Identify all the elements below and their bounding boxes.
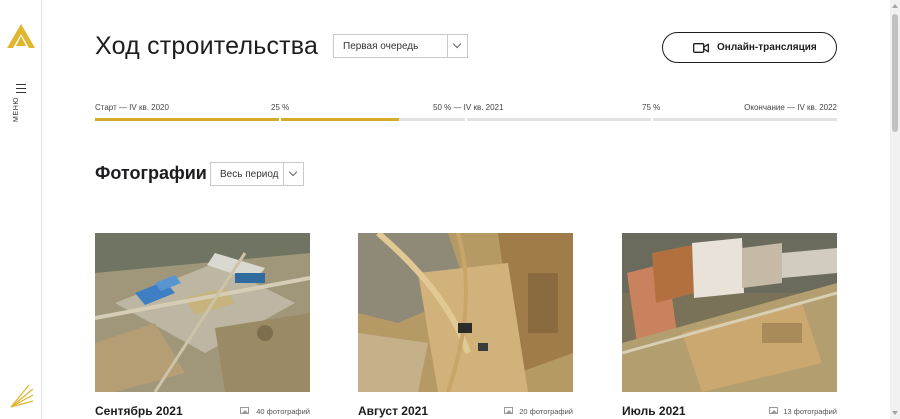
album-photo-count: 40 фотографий bbox=[256, 407, 310, 416]
photos-title: Фотографии bbox=[95, 163, 207, 183]
brand-rays-icon bbox=[10, 384, 34, 408]
live-stream-label: Онлайн-трансляция bbox=[717, 42, 817, 53]
hamburger-icon bbox=[16, 84, 26, 93]
milestone-75: 75 % bbox=[642, 103, 661, 112]
scroll-up-icon[interactable] bbox=[892, 4, 898, 8]
chevron-down-icon[interactable] bbox=[447, 35, 467, 57]
image-icon bbox=[504, 407, 513, 414]
chevron-down-icon[interactable] bbox=[283, 163, 303, 185]
live-stream-button[interactable]: Онлайн-трансляция bbox=[662, 32, 837, 63]
page-scrollbar[interactable] bbox=[890, 0, 900, 419]
video-camera-icon bbox=[693, 43, 709, 53]
album-photo-count: 13 фотографий bbox=[783, 407, 837, 416]
album-month: Август 2021 bbox=[358, 404, 428, 418]
progress-segment bbox=[653, 118, 837, 121]
album-cover-photo[interactable] bbox=[95, 233, 310, 392]
scroll-thumb[interactable] bbox=[892, 14, 898, 132]
menu-button[interactable]: МЕНЮ bbox=[11, 80, 31, 132]
stage-select-value: Первая очередь bbox=[343, 41, 419, 52]
period-select[interactable]: Весь период bbox=[210, 162, 304, 186]
side-rail: МЕНЮ bbox=[0, 0, 42, 419]
image-icon bbox=[240, 407, 249, 414]
progress-segment bbox=[95, 118, 279, 121]
construction-progress: Старт — IV кв. 2020 25 % 50 % — IV кв. 2… bbox=[95, 100, 837, 124]
photo-album-card[interactable]: Сентябрь 2021 40 фотографий bbox=[95, 233, 310, 419]
scroll-down-icon[interactable] bbox=[892, 411, 898, 415]
image-icon bbox=[769, 407, 778, 414]
milestone-25: 25 % bbox=[271, 103, 290, 112]
progress-segment bbox=[467, 118, 651, 121]
milestone-start: Старт — IV кв. 2020 bbox=[95, 103, 169, 112]
photo-album-card[interactable]: Август 2021 20 фотографий bbox=[358, 233, 573, 419]
album-photo-count: 20 фотографий bbox=[519, 407, 573, 416]
milestone-50: 50 % — IV кв. 2021 bbox=[433, 103, 504, 112]
progress-fill bbox=[281, 118, 400, 121]
stage-select[interactable]: Первая очередь bbox=[333, 34, 468, 58]
period-select-value: Весь период bbox=[220, 169, 279, 180]
progress-segment bbox=[281, 118, 465, 121]
page-title: Ход строительства bbox=[95, 32, 319, 60]
menu-label: МЕНЮ bbox=[13, 96, 20, 122]
milestone-end: Окончание — IV кв. 2022 bbox=[744, 103, 837, 112]
album-cover-photo[interactable] bbox=[358, 233, 573, 392]
album-cover-photo[interactable] bbox=[622, 233, 837, 392]
photo-album-card[interactable]: Июль 2021 13 фотографий bbox=[622, 233, 837, 419]
brand-logo-icon[interactable] bbox=[6, 22, 36, 50]
album-month: Сентябрь 2021 bbox=[95, 404, 183, 418]
progress-track bbox=[95, 118, 837, 121]
progress-fill bbox=[95, 118, 279, 121]
album-month: Июль 2021 bbox=[622, 404, 686, 418]
